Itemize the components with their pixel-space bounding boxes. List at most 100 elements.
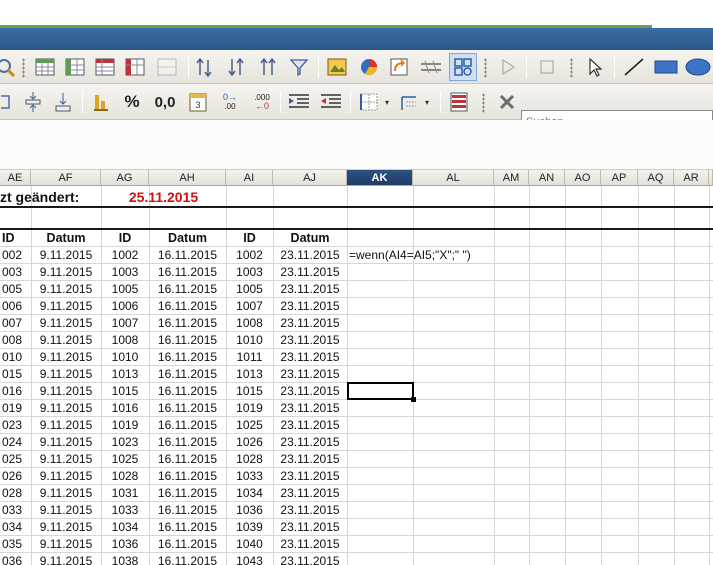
toolbar-grip[interactable]: [482, 93, 485, 113]
id-cell[interactable]: 1039: [226, 519, 273, 536]
id-cell[interactable]: 1016: [101, 400, 149, 417]
show-draw-functions-icon[interactable]: [449, 53, 477, 81]
date-cell[interactable]: 9.11.2015: [31, 502, 101, 519]
date-cell[interactable]: 23.11.2015: [273, 383, 347, 400]
column-header[interactable]: AR: [674, 170, 709, 186]
id-cell[interactable]: 1019: [101, 417, 149, 434]
date-cell[interactable]: 23.11.2015: [273, 417, 347, 434]
date-cell[interactable]: 9.11.2015: [31, 332, 101, 349]
date-cell[interactable]: 23.11.2015: [273, 298, 347, 315]
id-cell[interactable]: 1033: [101, 502, 149, 519]
column-header[interactable]: AQ: [638, 170, 674, 186]
date-cell[interactable]: 16.11.2015: [149, 281, 226, 298]
id-cell[interactable]: 1013: [101, 366, 149, 383]
column-header[interactable]: AE: [0, 170, 31, 186]
id-cell[interactable]: 1010: [101, 349, 149, 366]
sort-ascending-icon[interactable]: [193, 55, 217, 79]
column-header[interactable]: AM: [494, 170, 529, 186]
date-cell[interactable]: 23.11.2015: [273, 332, 347, 349]
id-cell[interactable]: 1007: [226, 298, 273, 315]
delete-rows-icon[interactable]: [93, 55, 117, 79]
date-cell[interactable]: 9.11.2015: [31, 349, 101, 366]
percent-format-button[interactable]: %: [118, 90, 146, 114]
standard-format-button[interactable]: 0,0: [150, 90, 180, 114]
id-cell[interactable]: 1026: [226, 434, 273, 451]
id-cell[interactable]: 1040: [226, 536, 273, 553]
date-cell[interactable]: 23.11.2015: [273, 519, 347, 536]
id-cell[interactable]: 1031: [101, 485, 149, 502]
date-cell[interactable]: 9.11.2015: [31, 298, 101, 315]
border-style-dropdown-icon[interactable]: ▾: [422, 90, 432, 114]
id-cell[interactable]: 1015: [226, 383, 273, 400]
id-cell[interactable]: 023: [2, 417, 31, 434]
autofilter-icon[interactable]: [287, 55, 311, 79]
date-cell[interactable]: 23.11.2015: [273, 264, 347, 281]
close-find-toolbar-icon[interactable]: [494, 90, 520, 114]
date-cell[interactable]: 9.11.2015: [31, 451, 101, 468]
increase-indent-icon[interactable]: [285, 90, 313, 114]
delete-columns-icon[interactable]: [123, 55, 147, 79]
id-cell[interactable]: 1025: [226, 417, 273, 434]
date-cell[interactable]: 23.11.2015: [273, 553, 347, 565]
select-pointer-icon[interactable]: [583, 55, 607, 79]
column-header[interactable]: AG: [101, 170, 149, 186]
date-cell[interactable]: 23.11.2015: [273, 247, 347, 264]
align-bottom-icon[interactable]: [52, 90, 74, 114]
toolbar-grip[interactable]: [22, 58, 25, 78]
currency-format-icon[interactable]: [90, 90, 112, 114]
id-cell[interactable]: 033: [2, 502, 31, 519]
run-macro-icon[interactable]: [496, 55, 520, 79]
zoom-icon[interactable]: [0, 56, 16, 78]
id-cell[interactable]: 1033: [226, 468, 273, 485]
id-cell[interactable]: 1010: [226, 332, 273, 349]
column-header[interactable]: AJ: [273, 170, 347, 186]
column-header[interactable]: AH: [149, 170, 226, 186]
column-header[interactable]: [709, 170, 713, 186]
date-cell[interactable]: 23.11.2015: [273, 349, 347, 366]
id-cell[interactable]: 1008: [226, 315, 273, 332]
id-cell[interactable]: 1007: [101, 315, 149, 332]
special-character-icon[interactable]: [419, 55, 443, 79]
date-cell[interactable]: 16.11.2015: [149, 468, 226, 485]
id-cell[interactable]: 1036: [226, 502, 273, 519]
fill-handle[interactable]: [411, 397, 416, 402]
id-cell[interactable]: 1036: [101, 536, 149, 553]
add-decimal-button[interactable]: 0→ .00: [216, 90, 244, 114]
id-cell[interactable]: 1011: [226, 349, 273, 366]
border-style-icon[interactable]: [396, 90, 422, 114]
date-cell[interactable]: 9.11.2015: [31, 485, 101, 502]
id-cell[interactable]: 1005: [226, 281, 273, 298]
id-cell[interactable]: 1002: [226, 247, 273, 264]
date-cell[interactable]: 9.11.2015: [31, 468, 101, 485]
date-cell[interactable]: 9.11.2015: [31, 417, 101, 434]
id-cell[interactable]: 008: [2, 332, 31, 349]
date-cell[interactable]: 16.11.2015: [149, 349, 226, 366]
conditional-format-icon[interactable]: [446, 90, 472, 114]
date-cell[interactable]: 16.11.2015: [149, 383, 226, 400]
column-header-selected[interactable]: AK: [347, 170, 413, 186]
date-header[interactable]: Datum: [149, 230, 226, 247]
date-cell[interactable]: 16.11.2015: [149, 315, 226, 332]
date-cell[interactable]: 9.11.2015: [31, 383, 101, 400]
date-cell[interactable]: 16.11.2015: [149, 553, 226, 565]
insert-rows-icon[interactable]: [33, 55, 57, 79]
date-cell[interactable]: 23.11.2015: [273, 315, 347, 332]
sort-descending-icon[interactable]: [225, 55, 249, 79]
id-cell[interactable]: 1023: [101, 434, 149, 451]
id-header[interactable]: ID: [2, 230, 31, 247]
date-cell[interactable]: 23.11.2015: [273, 434, 347, 451]
id-cell[interactable]: 1028: [101, 468, 149, 485]
id-cell[interactable]: 1034: [226, 485, 273, 502]
toolbar-grip[interactable]: [484, 58, 487, 78]
id-cell[interactable]: 1006: [101, 298, 149, 315]
id-cell[interactable]: 1038: [101, 553, 149, 565]
pivot-table-icon[interactable]: [387, 55, 411, 79]
id-cell[interactable]: 1028: [226, 451, 273, 468]
id-cell[interactable]: 034: [2, 519, 31, 536]
id-cell[interactable]: 019: [2, 400, 31, 417]
date-cell[interactable]: 23.11.2015: [273, 451, 347, 468]
id-cell[interactable]: 1003: [226, 264, 273, 281]
date-cell[interactable]: 9.11.2015: [31, 553, 101, 565]
date-cell[interactable]: 9.11.2015: [31, 281, 101, 298]
merge-cells-icon[interactable]: [155, 55, 179, 79]
